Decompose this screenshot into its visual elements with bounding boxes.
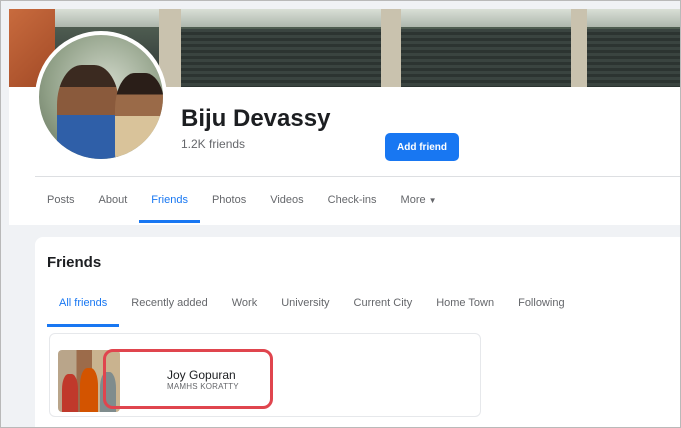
tab-more[interactable]: More ▼ (389, 179, 449, 223)
subtab-work[interactable]: Work (220, 289, 269, 327)
tab-photos[interactable]: Photos (200, 179, 258, 223)
friend-avatar[interactable] (58, 350, 120, 412)
friend-name[interactable]: Joy Gopuran (167, 368, 236, 382)
subtab-all-friends[interactable]: All friends (47, 289, 120, 327)
tab-posts[interactable]: Posts (35, 179, 87, 223)
friend-list-item: Joy Gopuran MAMHS KORATTY (49, 333, 481, 417)
profile-tabs: Posts About Friends Photos Videos Check-… (35, 179, 449, 223)
friend-subtitle: MAMHS KORATTY (167, 382, 239, 391)
header-divider (35, 176, 680, 177)
profile-avatar[interactable] (35, 31, 167, 163)
profile-name: Biju Devassy (181, 105, 331, 132)
subtab-university[interactable]: University (269, 289, 341, 327)
add-friend-button[interactable]: Add friend (385, 133, 459, 161)
profile-page: Biju Devassy 1.2K friends Posts About Fr… (0, 0, 681, 428)
subtab-home-town[interactable]: Home Town (424, 289, 506, 327)
tab-videos[interactable]: Videos (258, 179, 315, 223)
friends-card: Friends All friends Recently added Work … (35, 237, 680, 427)
tab-about[interactable]: About (87, 179, 140, 223)
friends-subtabs: All friends Recently added Work Universi… (47, 289, 577, 327)
subtab-recently-added[interactable]: Recently added (119, 289, 219, 327)
tab-friends[interactable]: Friends (139, 179, 200, 223)
tab-check-ins[interactable]: Check-ins (316, 179, 389, 223)
friend-count[interactable]: 1.2K friends (181, 137, 245, 151)
subtab-following[interactable]: Following (506, 289, 576, 327)
subtab-current-city[interactable]: Current City (342, 289, 425, 327)
friends-card-title: Friends (47, 254, 102, 271)
tab-more-label: More (400, 194, 426, 206)
caret-down-icon: ▼ (428, 196, 437, 205)
